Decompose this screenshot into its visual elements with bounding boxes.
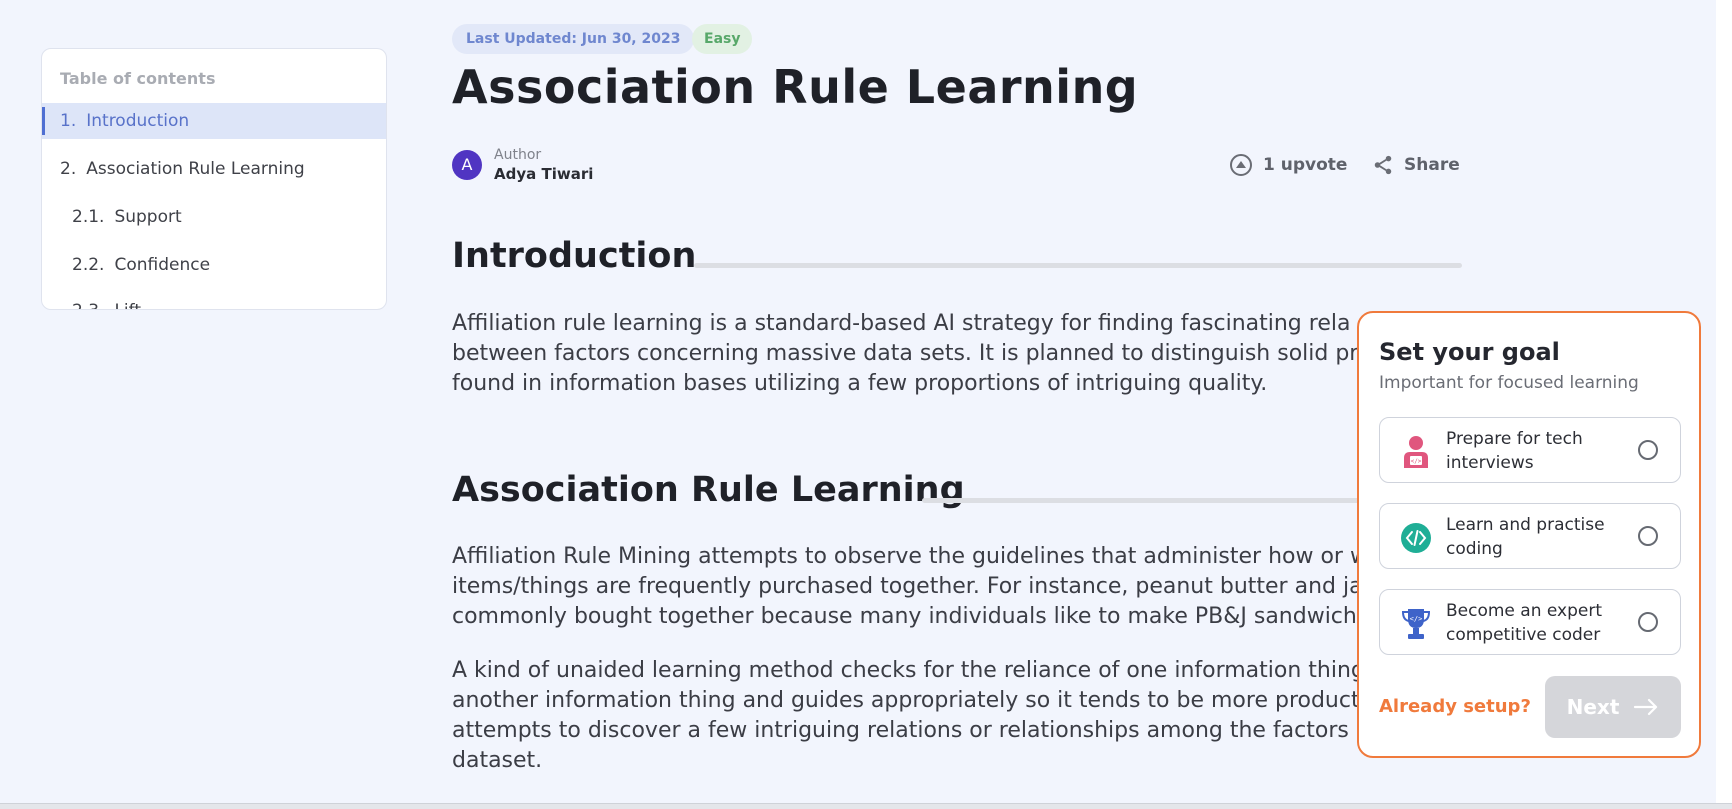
paragraph: Affiliation rule learning is a standard-… [452,309,1452,399]
toc-item-number: 2.1. [72,207,105,227]
upvote-label: 1 upvote [1263,155,1348,175]
share-icon [1374,155,1392,175]
next-button-label: Next [1566,695,1620,719]
goal-option-competitive-coder[interactable]: </> Become an expert competitive coder [1379,589,1681,655]
upvote-icon [1230,154,1252,176]
paragraph-line: items/things are frequently purchased to… [452,574,1363,599]
author-name[interactable]: Adya Tiwari [494,165,593,183]
goal-option-tech-interviews[interactable]: </> Prepare for tech interviews [1379,417,1681,483]
goal-option-radio[interactable] [1638,440,1658,460]
paragraph-line: attempts to discover a few intriguing re… [452,718,1370,743]
paragraph-line: Affiliation rule learning is a standard-… [452,311,1351,336]
person-code-icon: </> [1404,436,1428,468]
goal-option-label: Learn and practise coding [1446,515,1605,559]
svg-text:</>: </> [1411,458,1422,465]
toc-item-lift[interactable]: 2.3. Lift [42,293,386,309]
toc-item-label: Support [114,207,182,227]
arrow-right-icon [1634,698,1658,716]
toc-item-number: 2.3. [72,293,104,309]
paragraph: Affiliation Rule Mining attempts to obse… [452,542,1452,632]
toc-item-association-rule-learning[interactable]: 2. Association Rule Learning [42,151,386,187]
paragraph-line: another information thing and guides app… [452,688,1360,713]
page-title: Association Rule Learning [452,60,1139,114]
last-updated-badge: Last Updated: Jun 30, 2023 [452,24,695,54]
table-of-contents: Table of contents 1. Introduction 2. Assoc… [41,48,387,310]
toc-item-confidence[interactable]: 2.2. Confidence [42,247,386,283]
paragraph-line: A kind of unaided learning method checks… [452,658,1365,683]
code-circle-icon [1401,523,1431,553]
paragraph: A kind of unaided learning method checks… [452,656,1452,776]
goal-option-learn-coding[interactable]: Learn and practise coding [1379,503,1681,569]
toc-item-number: 2. [60,159,77,179]
toc-item-introduction[interactable]: 1. Introduction [42,103,386,139]
svg-text:</>: </> [1410,615,1423,623]
toc-title: Table of contents [60,69,216,88]
upvote-button[interactable]: 1 upvote [1229,152,1347,178]
toc-item-support[interactable]: 2.1. Support [42,199,386,235]
goal-title: Set your goal [1379,338,1560,366]
section-divider [694,263,1462,268]
toc-item-label: Confidence [114,255,211,275]
difficulty-badge: Easy [692,24,753,54]
goal-option-label: Prepare for tech interviews [1446,429,1583,473]
share-label: Share [1404,155,1460,175]
section-divider [922,498,1362,503]
paragraph-line: commonly bought together because many in… [452,604,1357,629]
toc-item-number: 2.2. [72,255,105,275]
toc-item-label: Association Rule Learning [86,159,305,179]
paragraph-line: found in information bases utilizing a f… [452,371,1268,396]
toc-item-number: 1. [60,111,77,131]
goal-option-radio[interactable] [1638,526,1658,546]
horizontal-scrollbar[interactable] [0,803,1732,809]
goal-option-label: Become an expert competitive coder [1446,601,1603,645]
author-avatar[interactable]: A [452,150,482,180]
paragraph-line: between factors concerning massive data … [452,341,1359,366]
toc-item-label: Introduction [86,111,190,131]
goal-option-radio[interactable] [1638,612,1658,632]
window-right-edge [1716,0,1732,808]
trophy-code-icon: </> [1401,609,1431,639]
paragraph-line: Affiliation Rule Mining attempts to obse… [452,544,1368,569]
next-button[interactable]: Next [1545,676,1681,738]
set-goal-panel: Set your goal Important for focused lear… [1357,311,1701,758]
author-label: Author [494,147,542,163]
section-heading-association-rule-learning: Association Rule Learning [452,470,965,510]
goal-subtitle: Important for focused learning [1379,373,1639,393]
paragraph-line: dataset. [452,748,543,773]
already-setup-link[interactable]: Already setup? [1379,696,1531,717]
section-heading-introduction: Introduction [452,236,697,276]
toc-item-label: Lift [114,301,141,309]
share-button[interactable]: Share [1372,152,1460,178]
